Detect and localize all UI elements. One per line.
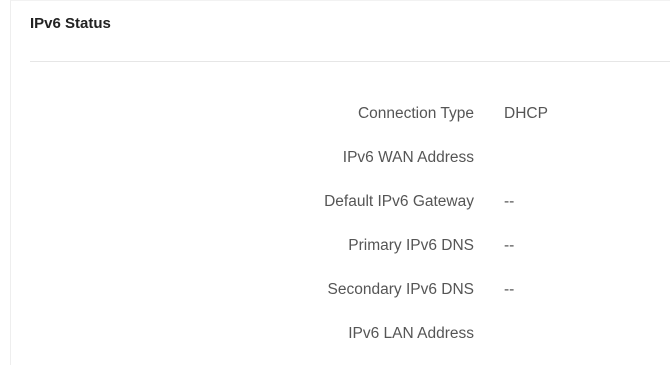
- row-default-ipv6-gateway: Default IPv6 Gateway --: [11, 189, 670, 233]
- row-ipv6-lan-address: IPv6 LAN Address: [11, 321, 670, 365]
- section-title: IPv6 Status: [30, 15, 111, 32]
- ipv6-status-panel: IPv6 Status Connection Type DHCP IPv6 WA…: [10, 0, 670, 365]
- row-primary-ipv6-dns: Primary IPv6 DNS --: [11, 233, 670, 277]
- default-ipv6-gateway-value: --: [504, 193, 515, 210]
- primary-ipv6-dns-value: --: [504, 237, 515, 254]
- primary-ipv6-dns-label: Primary IPv6 DNS: [348, 237, 474, 254]
- secondary-ipv6-dns-value: --: [504, 281, 515, 298]
- secondary-ipv6-dns-label: Secondary IPv6 DNS: [327, 281, 474, 298]
- ipv6-lan-address-label: IPv6 LAN Address: [348, 325, 474, 342]
- connection-type-label: Connection Type: [357, 105, 474, 122]
- row-ipv6-wan-address: IPv6 WAN Address: [11, 145, 670, 189]
- row-secondary-ipv6-dns: Secondary IPv6 DNS --: [11, 277, 670, 321]
- row-connection-type: Connection Type DHCP: [11, 101, 670, 145]
- status-list: Connection Type DHCP IPv6 WAN Address De…: [11, 101, 670, 365]
- divider: [30, 61, 670, 62]
- ipv6-wan-address-label: IPv6 WAN Address: [342, 149, 474, 166]
- default-ipv6-gateway-label: Default IPv6 Gateway: [324, 193, 474, 210]
- connection-type-value: DHCP: [504, 105, 548, 122]
